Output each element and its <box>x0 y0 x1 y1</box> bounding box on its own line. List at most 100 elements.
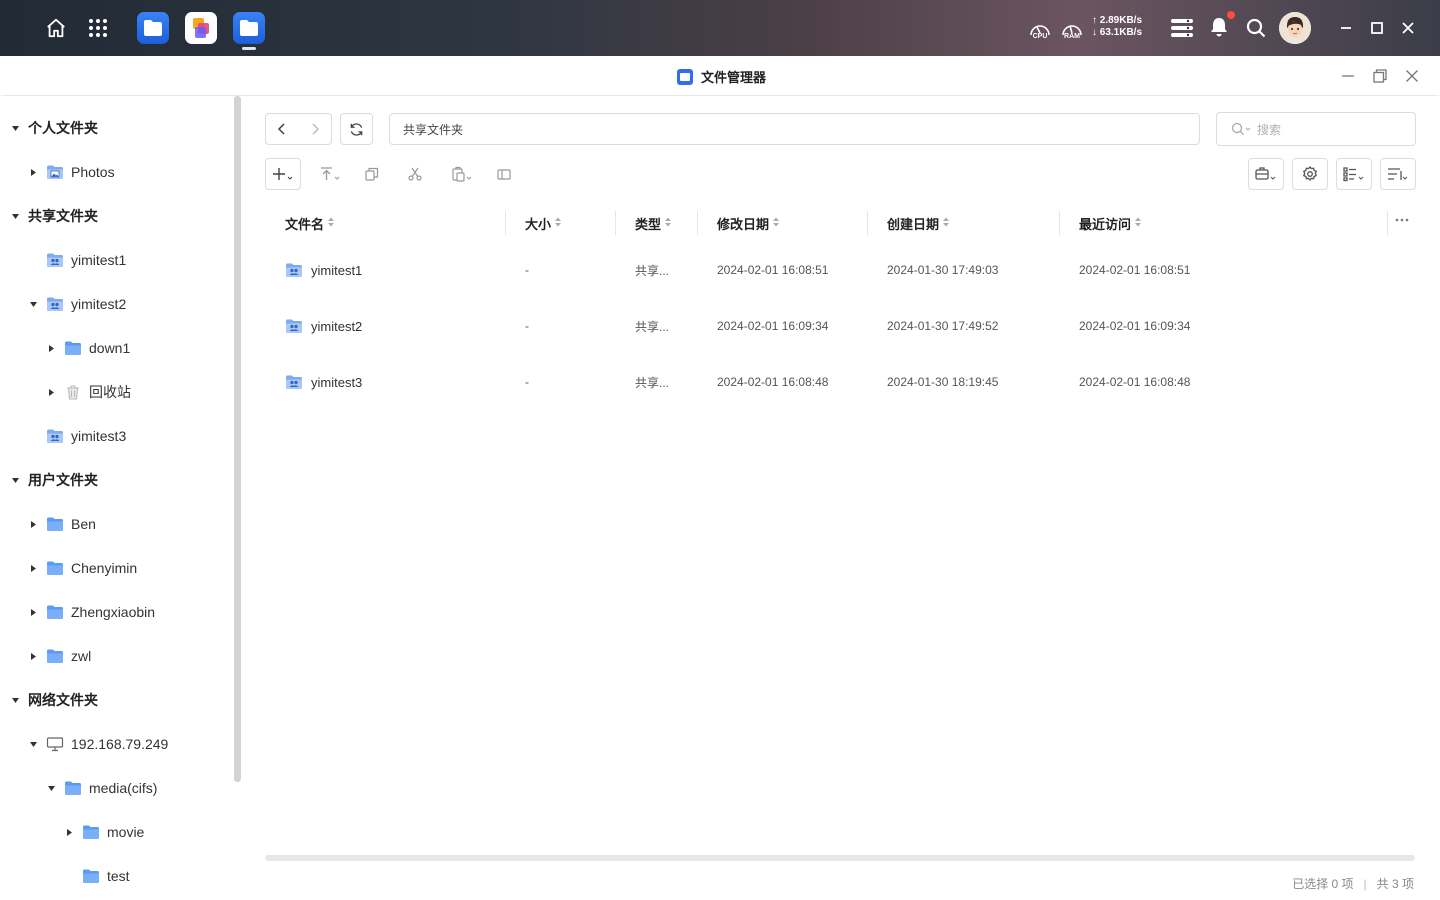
close-icon[interactable] <box>1402 66 1422 86</box>
paste-button[interactable] <box>448 158 478 190</box>
system-maximize-icon[interactable] <box>1367 18 1387 38</box>
system-minimize-icon[interactable] <box>1336 18 1356 38</box>
refresh-button[interactable] <box>340 113 373 145</box>
caret-right-icon[interactable] <box>46 387 56 397</box>
file-size: - <box>525 263 529 277</box>
sort-button[interactable] <box>1380 158 1416 190</box>
back-button[interactable] <box>266 114 299 144</box>
cpu-label: CPU <box>1032 33 1048 40</box>
sidebar-item-label: Ben <box>71 516 96 532</box>
caret-right-icon[interactable] <box>28 651 38 661</box>
column-divider[interactable] <box>1387 211 1388 235</box>
multitask-app-icon[interactable] <box>185 12 217 44</box>
column-divider[interactable] <box>697 211 698 235</box>
caret-right-icon[interactable] <box>28 563 38 573</box>
forward-button[interactable] <box>299 114 332 144</box>
caret-right-icon[interactable] <box>28 607 38 617</box>
file-manager-app-icon[interactable] <box>137 12 169 44</box>
ram-gauge[interactable]: RAM <box>1059 16 1085 42</box>
caret-down-icon[interactable] <box>10 475 20 485</box>
caret-down-icon[interactable] <box>28 299 38 309</box>
path-bar[interactable]: 共享文件夹 <box>389 113 1200 145</box>
column-header[interactable]: 创建日期 <box>887 211 950 235</box>
created-date-cell: 2024-01-30 18:19:45 <box>887 372 998 392</box>
caret-down-icon[interactable] <box>28 739 38 749</box>
settings-gear-icon[interactable] <box>1292 158 1328 190</box>
column-divider[interactable] <box>1059 211 1060 235</box>
restore-icon[interactable] <box>1370 66 1390 86</box>
sidebar-item[interactable]: Zhengxiaobin <box>1 597 231 627</box>
upload-button[interactable] <box>315 158 345 190</box>
sidebar-item-label: test <box>107 868 130 884</box>
caret-right-icon[interactable] <box>28 519 38 529</box>
new-button[interactable] <box>265 158 301 190</box>
column-header[interactable]: 大小 <box>525 211 562 235</box>
copy-icon[interactable] <box>357 158 387 190</box>
sidebar-item[interactable]: Ben <box>1 509 231 539</box>
modified-date-cell: 2024-02-01 16:09:34 <box>717 316 828 336</box>
sidebar-section[interactable]: 个人文件夹 <box>1 113 231 143</box>
caret-down-icon[interactable] <box>46 783 56 793</box>
sidebar-item[interactable]: down1 <box>1 333 231 363</box>
created-date-cell: 2024-01-30 17:49:03 <box>887 260 998 280</box>
sidebar-item[interactable]: Chenyimin <box>1 553 231 583</box>
cpu-gauge[interactable]: CPU <box>1027 16 1053 42</box>
column-header[interactable]: 修改日期 <box>717 211 780 235</box>
control-panel-icon[interactable] <box>1170 16 1194 40</box>
sidebar-item[interactable]: yimitest3 <box>1 421 231 451</box>
caret-right-icon[interactable] <box>64 827 74 837</box>
modified-date: 2024-02-01 16:08:48 <box>717 375 829 389</box>
created-date-cell: 2024-01-30 17:49:52 <box>887 316 998 336</box>
sidebar-item[interactable]: movie <box>1 817 231 847</box>
global-search-icon[interactable] <box>1244 16 1268 40</box>
search-input[interactable]: 搜索 <box>1216 112 1416 146</box>
file-manager-active-app-icon[interactable] <box>233 12 265 44</box>
search-icon <box>1231 122 1251 135</box>
home-icon[interactable] <box>40 12 72 44</box>
caret-right-icon[interactable] <box>28 167 38 177</box>
more-options-icon[interactable] <box>1391 212 1413 228</box>
sidebar-item[interactable]: 回收站 <box>1 377 231 407</box>
app-launcher-icon[interactable] <box>82 12 114 44</box>
sidebar-item[interactable]: yimitest2 <box>1 289 231 319</box>
file-name-cell: yimitest1 <box>285 260 362 280</box>
sidebar-item[interactable]: 192.168.79.249 <box>1 729 231 759</box>
sidebar-item[interactable]: yimitest1 <box>1 245 231 275</box>
file-type: 共享... <box>635 263 670 278</box>
sidebar-scrollbar[interactable] <box>234 96 241 782</box>
horizontal-scrollbar[interactable] <box>265 855 1415 861</box>
caret-down-icon[interactable] <box>10 211 20 221</box>
tools-button[interactable] <box>1248 158 1284 190</box>
minimize-icon[interactable] <box>1338 66 1358 86</box>
system-close-icon[interactable] <box>1398 18 1418 38</box>
sidebar-item[interactable]: test <box>1 861 231 891</box>
caret-right-icon[interactable] <box>46 343 56 353</box>
sidebar-item[interactable]: Photos <box>1 157 231 187</box>
network-speed[interactable]: ↑ 2.89KB/s ↓ 63.1KB/s <box>1092 15 1142 39</box>
cut-icon[interactable] <box>400 158 430 190</box>
sidebar-item[interactable]: media(cifs) <box>1 773 231 803</box>
file-size-cell: - <box>525 260 529 280</box>
user-avatar[interactable] <box>1279 12 1311 44</box>
caret-down-icon[interactable] <box>10 123 20 133</box>
rename-icon[interactable] <box>489 158 519 190</box>
caret-down-icon[interactable] <box>10 695 20 705</box>
column-divider[interactable] <box>615 211 616 235</box>
file-type: 共享... <box>635 375 670 390</box>
sidebar-section[interactable]: 用户文件夹 <box>1 465 231 495</box>
column-header[interactable]: 文件名 <box>285 211 335 235</box>
created-date: 2024-01-30 17:49:03 <box>887 263 999 277</box>
sidebar-item[interactable]: zwl <box>1 641 231 671</box>
window-titlebar[interactable]: 文件管理器 <box>1 56 1439 96</box>
column-divider[interactable] <box>867 211 868 235</box>
column-header-label: 最近访问 <box>1079 216 1132 232</box>
column-header[interactable]: 类型 <box>635 211 672 235</box>
sidebar-item-label: Zhengxiaobin <box>71 604 156 620</box>
sidebar-section[interactable]: 共享文件夹 <box>1 201 231 231</box>
sidebar-section[interactable]: 网络文件夹 <box>1 685 231 715</box>
view-mode-button[interactable] <box>1336 158 1372 190</box>
accessed-date-cell: 2024-02-01 16:09:34 <box>1079 316 1190 336</box>
column-header[interactable]: 最近访问 <box>1079 211 1142 235</box>
notification-bell-icon[interactable] <box>1207 15 1231 39</box>
column-divider[interactable] <box>505 211 506 235</box>
